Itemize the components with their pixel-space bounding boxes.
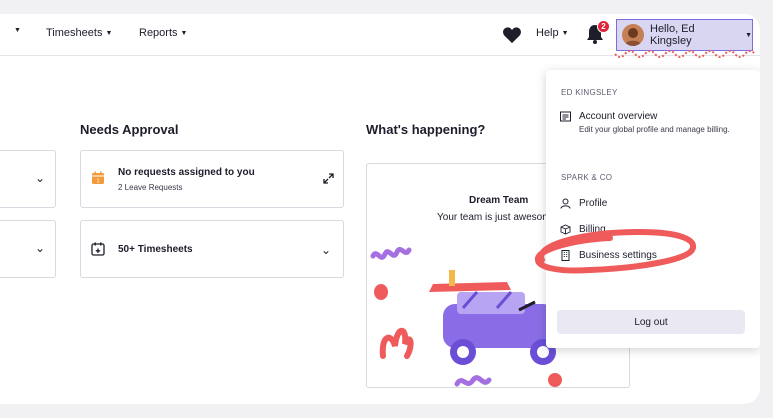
card-title: No requests assigned to you — [118, 167, 255, 178]
account-overview-description: Edit your global profile and manage bill… — [579, 125, 730, 134]
help-menu[interactable]: Help ▼ — [536, 27, 569, 39]
needs-approval-title: Needs Approval — [80, 122, 179, 137]
user-menu-button[interactable]: Hello, Ed Kingsley ▼ — [616, 19, 753, 51]
billing-icon — [560, 224, 571, 235]
profile-item[interactable]: Profile — [560, 198, 607, 209]
card-subtitle: 2 Leave Requests — [118, 183, 183, 192]
org-section-header: SPARK & CO — [561, 173, 613, 182]
account-card-icon — [560, 111, 571, 122]
nav-timesheets-label: Timesheets — [46, 27, 103, 39]
left-card-2[interactable]: ⌄ — [0, 220, 56, 278]
account-overview-label: Account overview — [579, 111, 658, 122]
billing-item[interactable]: Billing — [560, 224, 606, 235]
billing-label: Billing — [579, 224, 606, 235]
help-label: Help — [536, 27, 559, 39]
heart-icon[interactable] — [502, 26, 522, 44]
calendar-icon: 1 — [92, 171, 104, 185]
user-section-header: ED KINGSLEY — [561, 88, 618, 97]
avatar — [622, 24, 644, 46]
logout-button[interactable]: Log out — [557, 310, 745, 334]
card-title: 50+ Timesheets — [118, 244, 193, 255]
svg-text:1: 1 — [96, 179, 99, 185]
building-icon — [561, 250, 570, 261]
chevron-down-icon: ⌄ — [320, 243, 331, 257]
profile-label: Profile — [579, 198, 608, 209]
user-greeting: Hello, Ed Kingsley — [650, 23, 695, 47]
nav-timesheets[interactable]: Timesheets ▼ — [46, 27, 112, 39]
chevron-down-icon: ▼ — [180, 29, 188, 37]
chevron-down-icon: ▼ — [105, 29, 113, 37]
chevron-down-icon: ⌄ — [34, 241, 45, 255]
chevron-down-icon: ▼ — [745, 31, 752, 39]
nav-reports[interactable]: Reports ▼ — [139, 27, 187, 39]
chevron-down-icon: ▼ — [14, 27, 21, 34]
timesheets-card[interactable]: 50+ Timesheets ⌄ — [80, 220, 344, 278]
chevron-down-icon: ⌄ — [34, 171, 45, 185]
business-settings-item[interactable]: Business settings — [560, 250, 657, 261]
business-settings-label: Business settings — [579, 250, 657, 261]
team-message: Your team is just awesom — [437, 212, 551, 223]
whats-happening-title: What's happening? — [366, 122, 486, 137]
user-icon — [560, 198, 571, 209]
account-overview-item[interactable]: Account overview — [560, 111, 657, 122]
left-card-1[interactable]: ⌄ — [0, 150, 56, 208]
annotation-squiggle — [614, 50, 756, 58]
nav-reports-label: Reports — [139, 27, 178, 39]
notification-badge: 2 — [597, 20, 610, 33]
calendar-plus-icon — [91, 242, 105, 256]
no-requests-card[interactable]: 1 No requests assigned to you 2 Leave Re… — [80, 150, 344, 208]
app-window: ▼ Timesheets ▼ Reports ▼ Help ▼ 2 Hello,… — [0, 14, 760, 404]
user-dropdown-menu: ED KINGSLEY Account overview Edit your g… — [546, 70, 760, 348]
nav-prev-fragment: ▼ — [14, 27, 21, 34]
expand-icon[interactable] — [323, 173, 334, 184]
top-nav: ▼ Timesheets ▼ Reports ▼ Help ▼ 2 Hello,… — [0, 14, 760, 58]
chevron-down-icon: ▼ — [561, 29, 569, 37]
team-name: Dream Team — [469, 195, 529, 206]
